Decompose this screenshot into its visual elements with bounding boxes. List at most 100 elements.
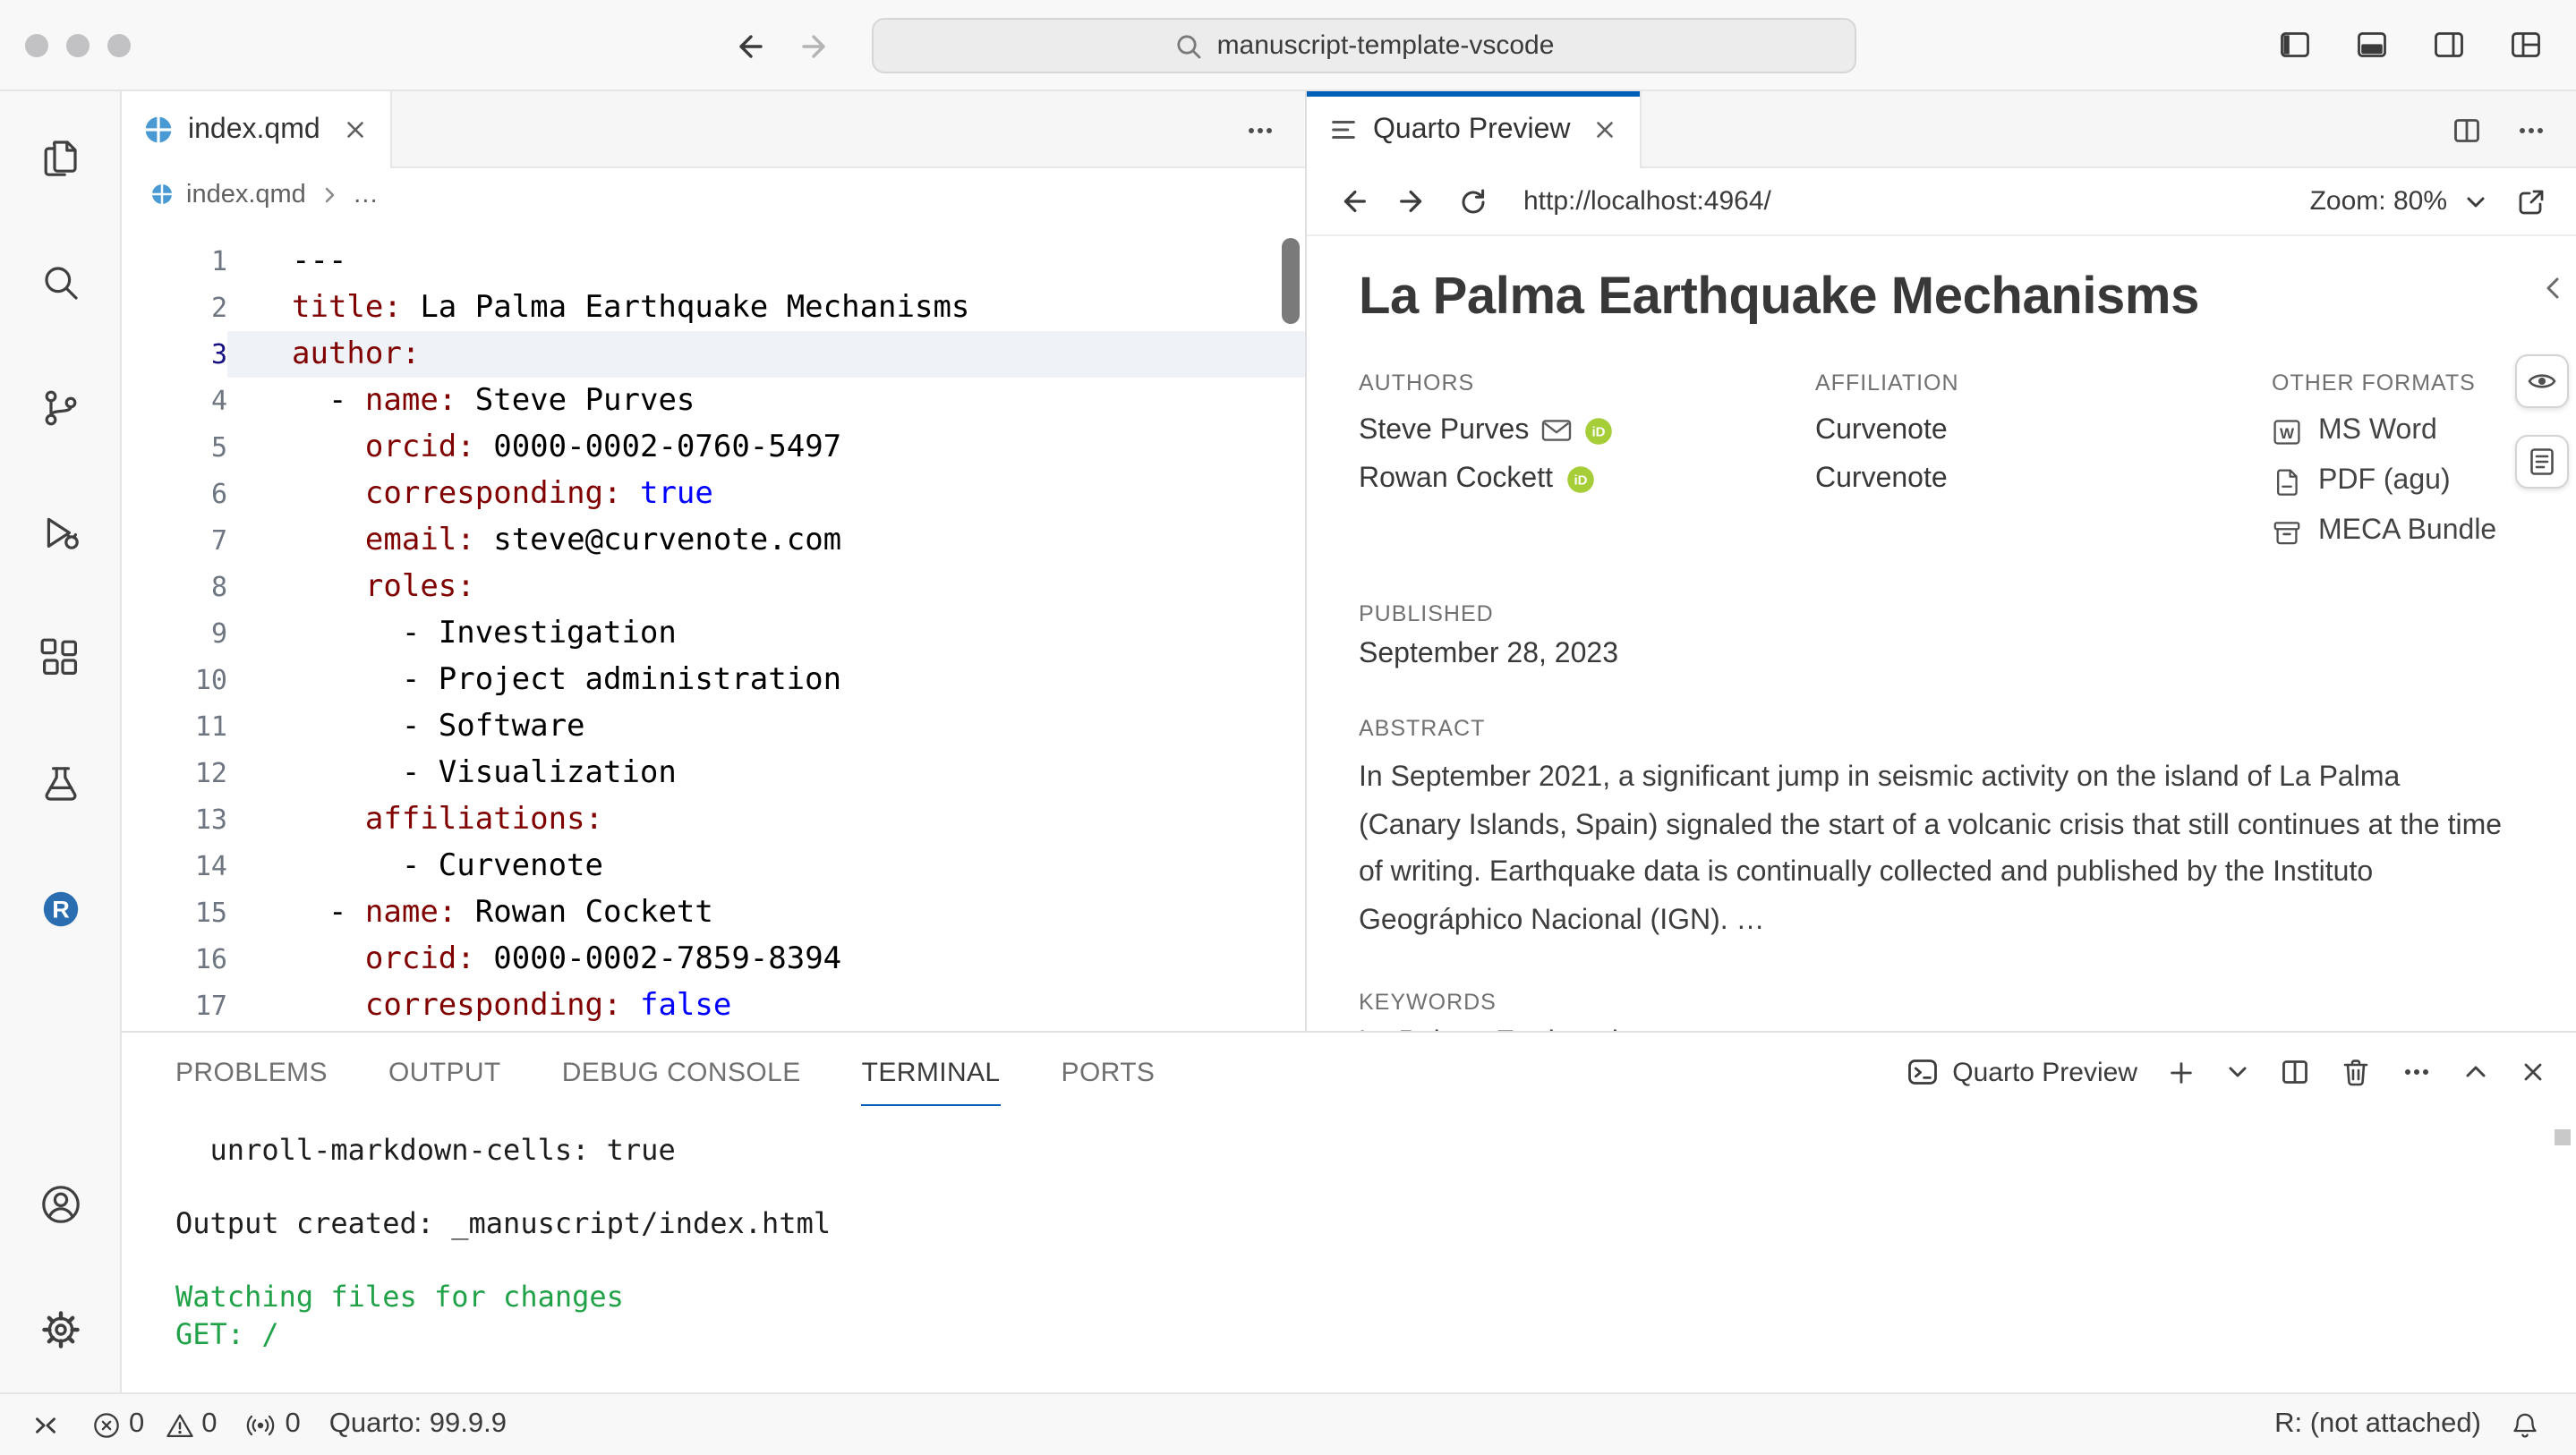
split-editor-icon[interactable] — [2451, 114, 2483, 146]
notes-icon[interactable] — [2515, 435, 2569, 489]
back-arrow-icon[interactable] — [1335, 184, 1369, 218]
terminal[interactable]: unroll-markdown-cells: trueOutput create… — [122, 1111, 2576, 1392]
code-line[interactable]: 17 corresponding: false — [122, 983, 1305, 1029]
code-line[interactable]: 9 - Investigation — [122, 610, 1305, 657]
code-line[interactable]: 8 roles: — [122, 564, 1305, 610]
ports-status[interactable]: 0 — [232, 1408, 315, 1441]
format-link[interactable]: MECA Bundle — [2272, 506, 2529, 557]
orcid-icon[interactable]: iD — [1565, 464, 1594, 493]
tab-quarto-preview[interactable]: Quarto Preview — [1307, 91, 1642, 168]
code-line[interactable]: 6 corresponding: true — [122, 471, 1305, 517]
line-number[interactable]: 11 — [122, 703, 227, 750]
settings-gear-icon[interactable] — [19, 1289, 101, 1371]
refresh-icon[interactable] — [1457, 185, 1489, 217]
more-actions-icon[interactable] — [1244, 114, 1276, 146]
zoom-select[interactable]: Zoom: 80% — [2310, 186, 2488, 217]
toggle-sidebar-left-icon[interactable] — [2277, 27, 2313, 63]
maximize-panel-icon[interactable] — [2461, 1058, 2490, 1086]
accounts-icon[interactable] — [19, 1163, 101, 1246]
line-number[interactable]: 5 — [122, 424, 227, 471]
code-line[interactable]: 3author: — [122, 331, 1305, 378]
line-number[interactable]: 8 — [122, 564, 227, 610]
split-terminal-icon[interactable] — [2279, 1056, 2311, 1088]
forward-arrow-icon[interactable] — [798, 28, 834, 64]
problems-status[interactable]: 0 0 — [77, 1408, 232, 1441]
panel-tab-output[interactable]: OUTPUT — [388, 1033, 501, 1111]
code-editor[interactable]: 1---2title: La Palma Earthquake Mechanis… — [122, 220, 1305, 1031]
code-line[interactable]: 1--- — [122, 238, 1305, 285]
line-number[interactable]: 1 — [122, 238, 227, 285]
format-link[interactable]: PDF (agu) — [2272, 456, 2529, 506]
line-number[interactable]: 16 — [122, 936, 227, 983]
new-terminal-icon[interactable] — [2166, 1057, 2196, 1087]
line-number[interactable]: 17 — [122, 983, 227, 1029]
run-and-debug-icon[interactable] — [19, 492, 101, 574]
search-icon[interactable] — [19, 242, 101, 324]
line-number[interactable]: 2 — [122, 285, 227, 331]
open-external-icon[interactable] — [2515, 185, 2547, 217]
line-number[interactable]: 6 — [122, 471, 227, 517]
orcid-icon[interactable]: iD — [1584, 416, 1613, 445]
line-number[interactable]: 15 — [122, 889, 227, 936]
terminal-scrollbar-thumb[interactable] — [2555, 1129, 2571, 1145]
code-line[interactable]: 5 orcid: 0000-0002-0760-5497 — [122, 424, 1305, 471]
notifications-bell-icon[interactable] — [2495, 1409, 2555, 1440]
toggle-panel-icon[interactable] — [2354, 27, 2390, 63]
breadcrumb[interactable]: index.qmd … — [122, 168, 1305, 220]
testing-beaker-icon[interactable] — [19, 743, 101, 825]
customize-layout-icon[interactable] — [2508, 27, 2544, 63]
tab-index-qmd[interactable]: index.qmd — [122, 91, 392, 168]
code-line[interactable]: 16 orcid: 0000-0002-7859-8394 — [122, 936, 1305, 983]
panel-tab-ports[interactable]: PORTS — [1062, 1033, 1156, 1111]
panel-tab-problems[interactable]: PROBLEMS — [175, 1033, 328, 1111]
terminal-profile[interactable]: Quarto Preview — [1904, 1054, 2137, 1090]
line-number[interactable]: 13 — [122, 796, 227, 843]
line-number[interactable]: 9 — [122, 610, 227, 657]
toggle-sidebar-right-icon[interactable] — [2431, 27, 2467, 63]
code-line[interactable]: 4 - name: Steve Purves — [122, 378, 1305, 424]
code-line[interactable]: 15 - name: Rowan Cockett — [122, 889, 1305, 936]
minimize-window-button[interactable] — [66, 33, 90, 56]
r-language-icon[interactable]: R — [19, 868, 101, 950]
kill-terminal-trash-icon[interactable] — [2340, 1056, 2372, 1088]
more-actions-icon[interactable] — [2401, 1056, 2433, 1088]
r-status[interactable]: R: (not attached) — [2260, 1408, 2495, 1441]
panel-tab-terminal[interactable]: TERMINAL — [862, 1033, 1001, 1111]
breadcrumb-item-symbol[interactable]: … — [353, 180, 379, 208]
close-window-button[interactable] — [25, 33, 48, 56]
command-center-search[interactable]: manuscript-template-vscode — [872, 18, 1856, 73]
format-link[interactable]: WMS Word — [2272, 406, 2529, 456]
line-number[interactable]: 7 — [122, 517, 227, 564]
code-line[interactable]: 12 - Visualization — [122, 750, 1305, 796]
quarto-version[interactable]: Quarto: 99.9.9 — [315, 1408, 521, 1441]
code-line[interactable]: 14 - Curvenote — [122, 843, 1305, 889]
line-number[interactable]: 10 — [122, 657, 227, 703]
line-number[interactable]: 3 — [122, 331, 227, 378]
line-number[interactable]: 4 — [122, 378, 227, 424]
code-line[interactable]: 11 - Software — [122, 703, 1305, 750]
zoom-window-button[interactable] — [107, 33, 131, 56]
preview-url[interactable]: http://localhost:4964/ — [1523, 186, 1771, 217]
eye-icon[interactable] — [2515, 354, 2569, 408]
close-tab-icon[interactable] — [1592, 116, 1619, 143]
remote-indicator[interactable] — [14, 1408, 77, 1442]
editor-scrollbar-thumb[interactable] — [1282, 238, 1300, 324]
back-arrow-icon[interactable] — [730, 28, 766, 64]
line-number[interactable]: 12 — [122, 750, 227, 796]
chevron-down-icon[interactable] — [2225, 1059, 2250, 1085]
explorer-icon[interactable] — [19, 116, 101, 199]
email-icon[interactable] — [1541, 419, 1572, 442]
extensions-icon[interactable] — [19, 617, 101, 700]
more-actions-icon[interactable] — [2515, 114, 2547, 146]
code-line[interactable]: 13 affiliations: — [122, 796, 1305, 843]
forward-arrow-icon[interactable] — [1396, 184, 1430, 218]
chevron-left-icon[interactable] — [2538, 274, 2567, 302]
breadcrumb-item-file[interactable]: index.qmd — [186, 180, 306, 208]
line-number[interactable]: 14 — [122, 843, 227, 889]
code-line[interactable]: 7 email: steve@curvenote.com — [122, 517, 1305, 564]
panel-tab-debug-console[interactable]: DEBUG CONSOLE — [562, 1033, 801, 1111]
code-line[interactable]: 2title: La Palma Earthquake Mechanisms — [122, 285, 1305, 331]
close-tab-icon[interactable] — [342, 116, 369, 143]
code-line[interactable]: 10 - Project administration — [122, 657, 1305, 703]
close-panel-icon[interactable] — [2519, 1058, 2547, 1086]
